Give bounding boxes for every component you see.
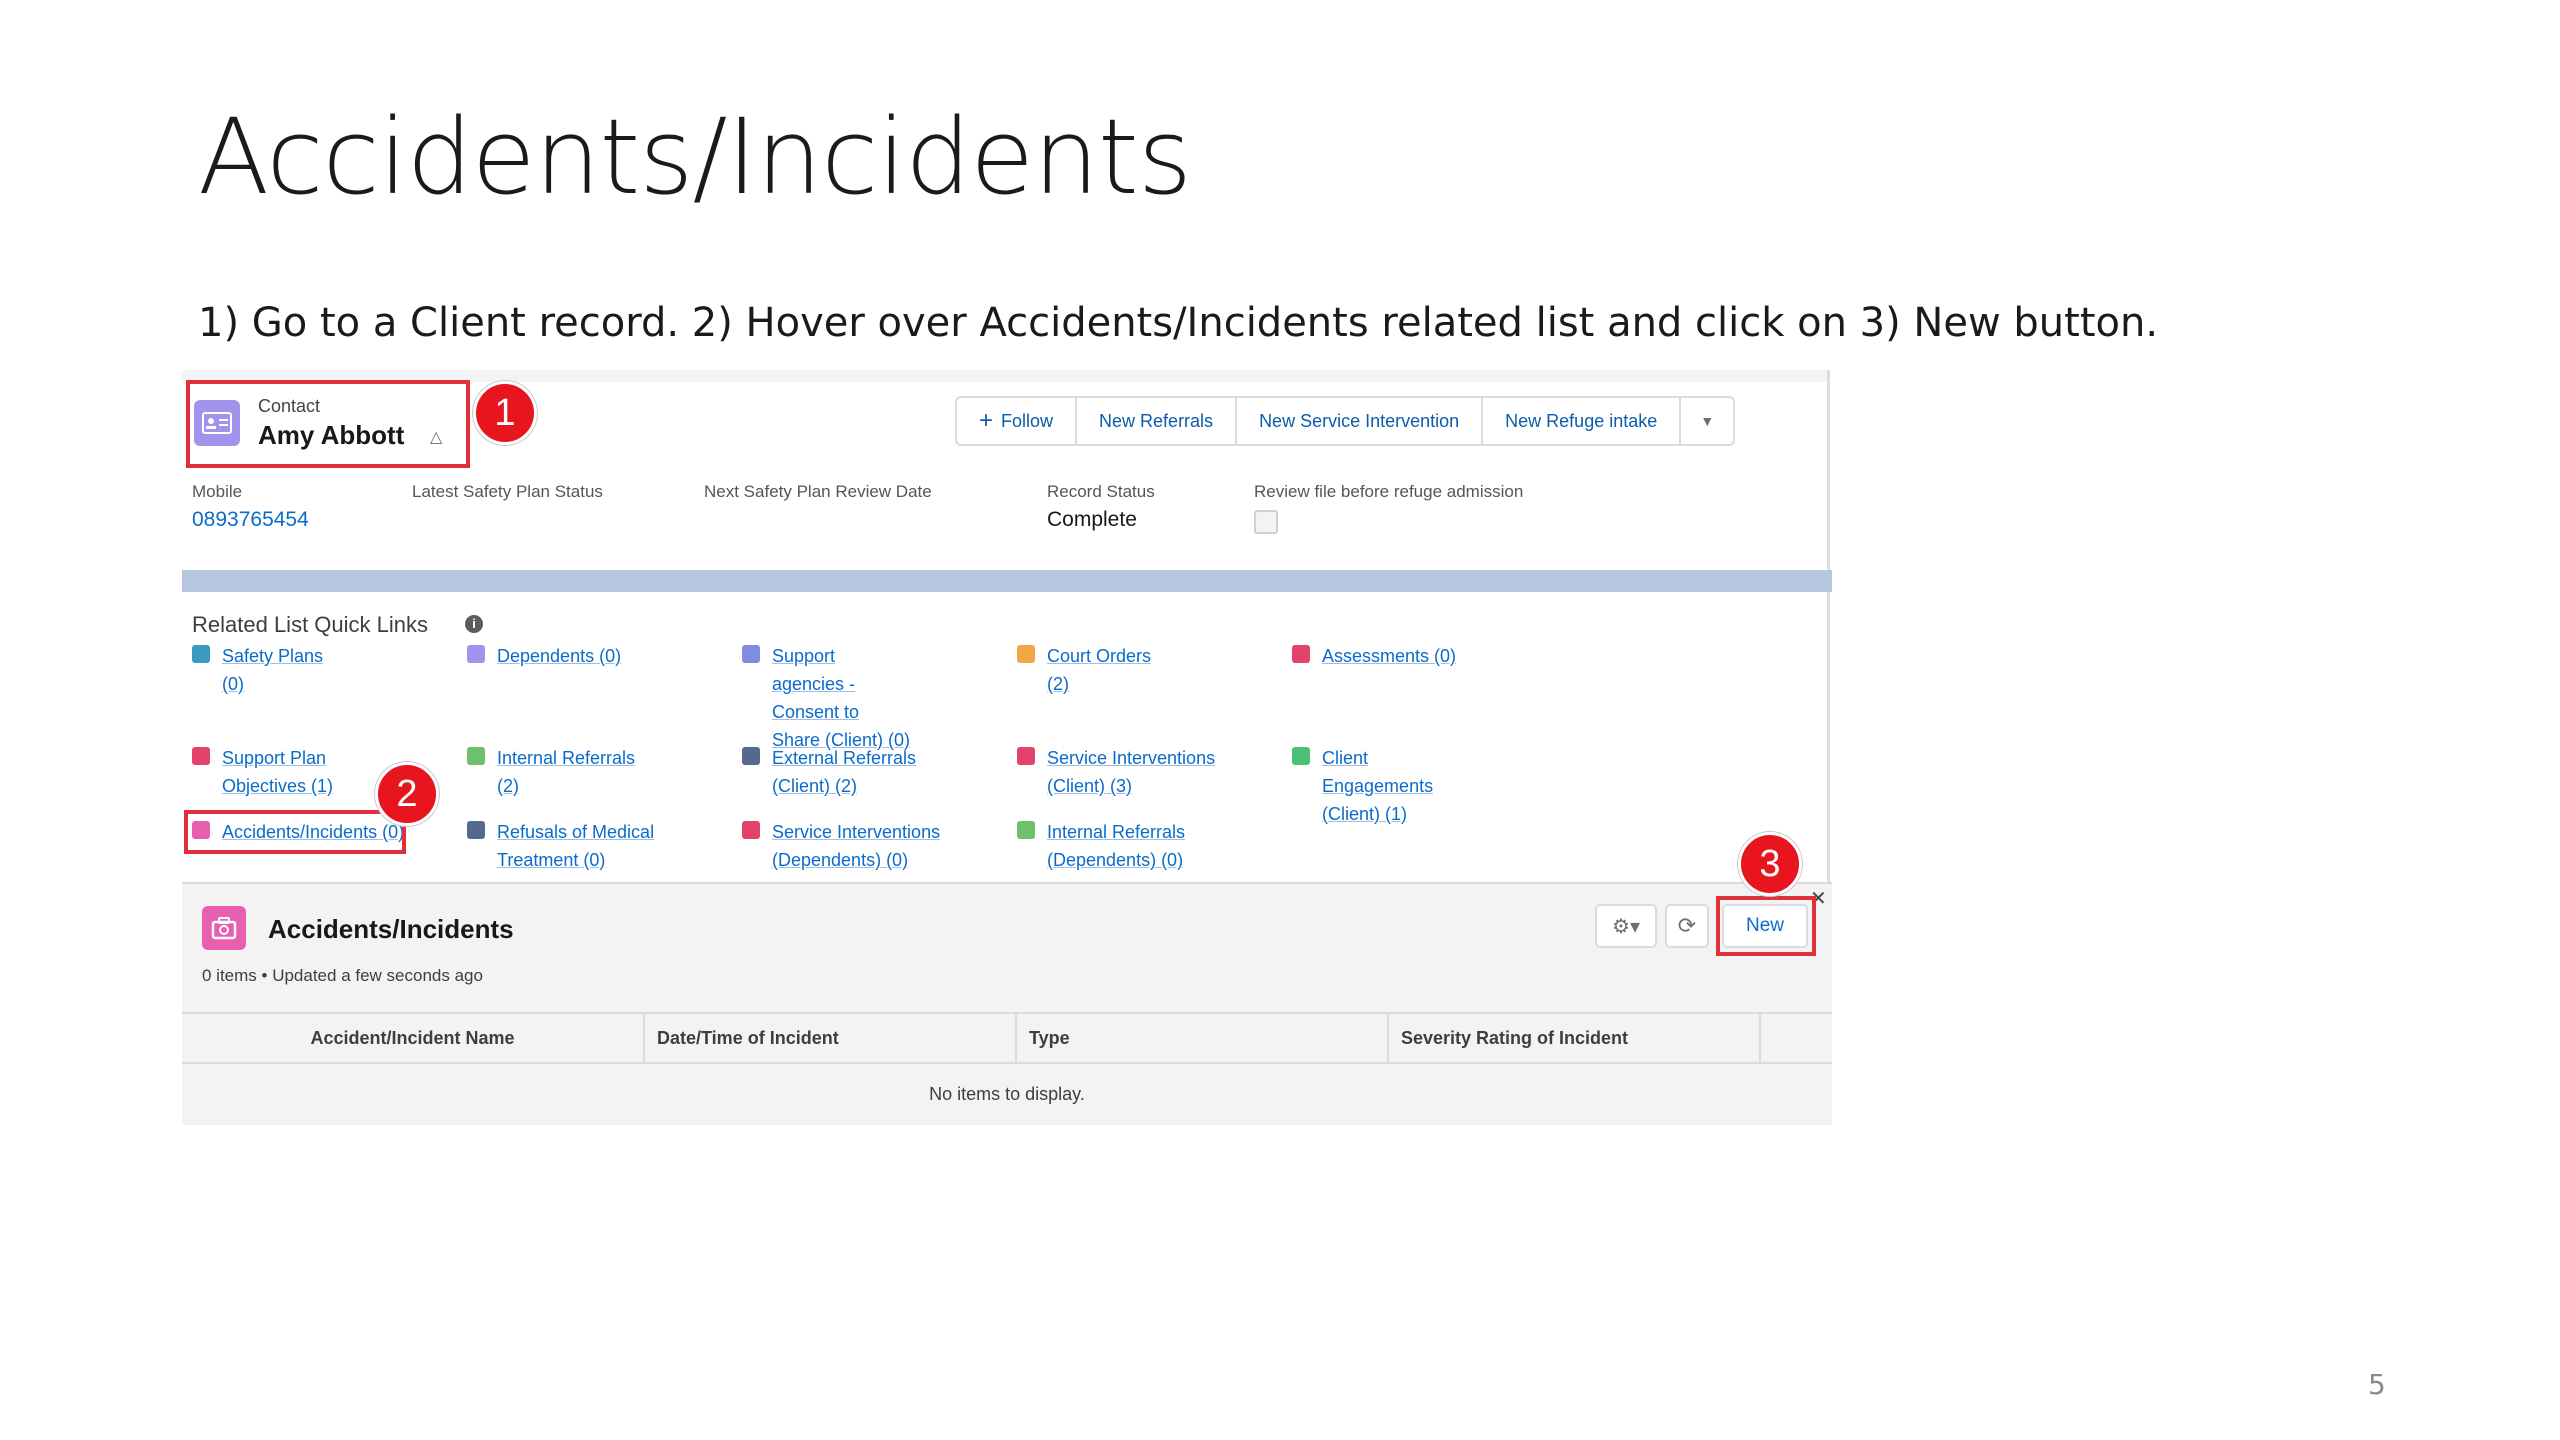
info-icon[interactable]: i [465, 615, 483, 633]
quick-link-label: Refusals of Medical Treatment (0) [497, 822, 655, 870]
refresh-icon: ⟳ [1677, 913, 1697, 938]
highlight-box-accidents-link [184, 810, 406, 854]
quick-link-label: Internal Referrals (2) [497, 748, 636, 796]
field-mobile: Mobile 0893765454 [192, 482, 309, 532]
list-settings-button[interactable]: ⚙▾ [1595, 904, 1657, 948]
highlight-box-new [1716, 896, 1816, 956]
highlight-box-record [186, 380, 470, 468]
record-header: Contact Amy Abbott △ 1 + Follow New Refer… [182, 370, 1830, 570]
salesforce-screenshot: Contact Amy Abbott △ 1 + Follow New Refer… [182, 370, 1832, 1125]
column-header-type[interactable]: Type [1017, 1014, 1389, 1062]
quick-link-service-interventions-client[interactable]: Service Interventions (Client) (3) [1017, 744, 1237, 800]
quick-link-object-icon [467, 747, 485, 765]
record-status-value: Complete [1047, 508, 1137, 531]
quick-link-object-icon [1017, 747, 1035, 765]
incident-object-icon [202, 906, 246, 950]
quick-link-label: Dependents (0) [497, 646, 622, 666]
header-divider [182, 570, 1832, 592]
quick-link-label: External Referrals (Client) (2) [772, 748, 917, 796]
quick-link-object-icon [1017, 821, 1035, 839]
quick-link-object-icon [192, 645, 210, 663]
quick-link-support-agencies[interactable]: Support agencies - Consent to Share (Cli… [742, 642, 912, 754]
quick-link-label: Support agencies - Consent to Share (Cli… [772, 646, 911, 750]
quick-link-object-icon [467, 645, 485, 663]
quick-link-object-icon [467, 821, 485, 839]
plus-icon: + [979, 407, 994, 434]
quick-link-internal-referrals-dependents[interactable]: Internal Referrals (Dependents) (0) [1017, 818, 1207, 874]
quick-link-external-referrals[interactable]: External Referrals (Client) (2) [742, 744, 932, 800]
field-record-status: Record Status Complete [1047, 482, 1155, 532]
quick-link-refusals-medical-treatment[interactable]: Refusals of Medical Treatment (0) [467, 818, 667, 874]
quick-link-label: Service Interventions (Client) (3) [1047, 748, 1216, 796]
quick-link-label: Support Plan Objectives (1) [222, 748, 334, 796]
more-actions-dropdown[interactable]: ▼ [1681, 398, 1734, 444]
field-review-file: Review file before refuge admission [1254, 482, 1523, 534]
quick-link-object-icon [192, 747, 210, 765]
empty-message: No items to display. [929, 1084, 1085, 1104]
action-button-group: + Follow New Referrals New Service Interv… [955, 396, 1736, 446]
column-header-severity[interactable]: Severity Rating of Incident [1389, 1014, 1761, 1062]
quick-link-label: Client Engagements (Client) (1) [1322, 748, 1434, 824]
callout-3: 3 [1738, 832, 1802, 896]
field-next-safety-plan-review-date: Next Safety Plan Review Date [704, 482, 932, 502]
quick-link-label: Court Orders (2) [1047, 646, 1152, 694]
instruction-text: 1) Go to a Client record. 2) Hover over … [198, 300, 2159, 346]
page-number: 5 [2368, 1368, 2386, 1401]
accidents-incidents-related-list: Accidents/Incidents 0 items • Updated a … [182, 882, 1832, 1125]
quick-link-label: Safety Plans (0) [222, 646, 324, 694]
callout-2: 2 [375, 762, 439, 826]
field-label: Mobile [192, 482, 243, 501]
quick-link-object-icon [1292, 645, 1310, 663]
table-header: Accident/Incident Name Date/Time of Inci… [182, 1012, 1832, 1064]
quick-link-service-interventions-dependents[interactable]: Service Interventions (Dependents) (0) [742, 818, 942, 874]
mobile-link[interactable]: 0893765454 [192, 508, 309, 532]
quick-link-label: Assessments (0) [1322, 646, 1457, 666]
quick-link-object-icon [742, 821, 760, 839]
gear-icon: ⚙▾ [1612, 915, 1640, 938]
field-label: Review file before refuge admission [1254, 482, 1524, 501]
field-label: Next Safety Plan Review Date [704, 482, 932, 501]
new-service-intervention-button[interactable]: New Service Intervention [1237, 398, 1484, 444]
quick-link-object-icon [1292, 747, 1310, 765]
quick-link-object-icon [742, 747, 760, 765]
related-list-subtitle: 0 items • Updated a few seconds ago [202, 966, 483, 985]
field-label: Record Status [1047, 482, 1155, 501]
quick-link-label: Service Interventions (Dependents) (0) [772, 822, 941, 870]
field-latest-safety-plan-status: Latest Safety Plan Status [412, 482, 603, 502]
quick-link-client-engagements[interactable]: Client Engagements (Client) (1) [1292, 744, 1482, 828]
related-list-quick-links: Related List Quick Links i Safety Plans … [182, 592, 1830, 882]
refresh-button[interactable]: ⟳ [1665, 904, 1709, 948]
field-label: Latest Safety Plan Status [412, 482, 603, 501]
column-header-datetime[interactable]: Date/Time of Incident [645, 1014, 1017, 1062]
new-refuge-intake-button[interactable]: New Refuge intake [1483, 398, 1682, 444]
quick-link-dependents[interactable]: Dependents (0) [467, 642, 627, 670]
callout-1: 1 [473, 381, 537, 445]
quick-link-safety-plans[interactable]: Safety Plans (0) [192, 642, 342, 698]
quick-links-title: Related List Quick Links [192, 612, 428, 637]
follow-button[interactable]: + Follow [957, 398, 1078, 444]
chevron-down-icon: ▼ [1700, 413, 1715, 429]
slide-title: Accidents/Incidents [198, 96, 1192, 218]
column-header-actions [1761, 1014, 1831, 1062]
column-header-name[interactable]: Accident/Incident Name [182, 1014, 645, 1062]
quick-link-object-icon [1017, 645, 1035, 663]
quick-link-object-icon [742, 645, 760, 663]
quick-link-assessments[interactable]: Assessments (0) [1292, 642, 1462, 670]
quick-link-internal-referrals[interactable]: Internal Referrals (2) [467, 744, 657, 800]
new-referrals-button[interactable]: New Referrals [1077, 398, 1238, 444]
quick-link-court-orders[interactable]: Court Orders (2) [1017, 642, 1167, 698]
review-file-checkbox[interactable] [1254, 510, 1278, 534]
quick-link-support-plan-objectives[interactable]: Support Plan Objectives (1) [192, 744, 342, 800]
related-list-title[interactable]: Accidents/Incidents [268, 914, 514, 945]
follow-label: Follow [1001, 410, 1054, 431]
quick-link-label: Internal Referrals (Dependents) (0) [1047, 822, 1186, 870]
